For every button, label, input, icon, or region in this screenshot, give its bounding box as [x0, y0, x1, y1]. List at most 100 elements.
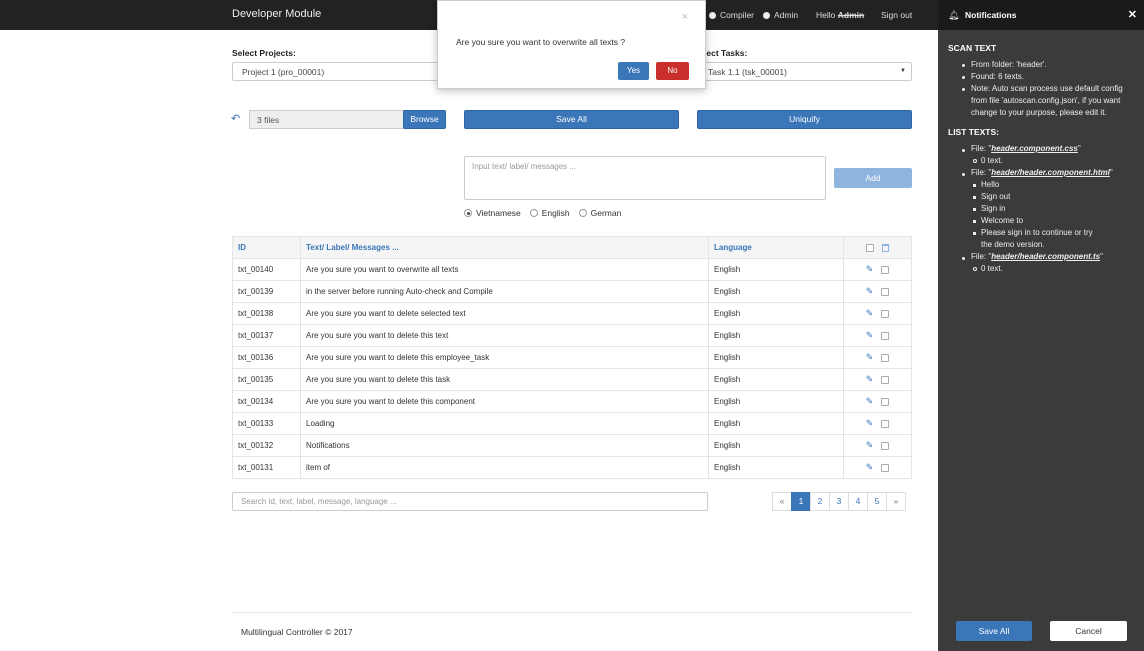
add-button[interactable]: Add	[834, 168, 912, 188]
task-select[interactable]: Task 1.1 (tsk_00001) ▼	[700, 62, 912, 81]
row-actions: ✎	[843, 456, 912, 479]
file-2-link[interactable]: header/header.component.html	[991, 168, 1110, 177]
bullet	[962, 76, 965, 79]
table-row[interactable]: txt_00135 Are you sure you want to delete…	[232, 368, 912, 391]
table-row[interactable]: txt_00132 Notifications English ✎	[232, 434, 912, 457]
vietnamese-radio[interactable]	[464, 209, 472, 217]
nav-admin[interactable]: Admin	[763, 10, 798, 20]
file-2-item: Please sign in to continue or try	[981, 228, 1093, 237]
close-icon[interactable]: ✕	[1128, 8, 1137, 21]
header-id[interactable]: ID	[232, 236, 301, 259]
texts-table: ID Text/ Label/ Messages ... Language tx…	[232, 236, 912, 479]
signout-link[interactable]: Sign out	[881, 10, 912, 20]
row-id: txt_00140	[232, 258, 301, 281]
table-row[interactable]: txt_00137 Are you sure you want to delete…	[232, 324, 912, 347]
german-radio[interactable]	[578, 209, 587, 217]
browse-button[interactable]: Browse	[403, 110, 446, 129]
list-texts-heading: LIST TEXTS:	[948, 127, 999, 137]
panel-title: Notifications	[965, 10, 1017, 20]
edit-icon[interactable]: ✎	[866, 462, 874, 473]
edit-icon[interactable]: ✎	[866, 286, 874, 297]
search-input[interactable]: Search id, text, label, message, languag…	[232, 492, 708, 511]
sub-bullet	[973, 232, 976, 235]
page-5[interactable]: 5	[867, 492, 887, 511]
header-text[interactable]: Text/ Label/ Messages ...	[300, 236, 709, 259]
file-2: File: "header/header.component.html"	[971, 168, 1113, 177]
header-language[interactable]: Language	[708, 236, 844, 259]
edit-icon[interactable]: ✎	[866, 352, 874, 363]
page-3[interactable]: 3	[829, 492, 849, 511]
row-text: in the server before running Auto-check …	[300, 280, 709, 303]
row-text: item of	[300, 456, 709, 479]
page-next[interactable]: »	[886, 492, 906, 511]
row-text: Are you sure you want to delete this tex…	[300, 324, 709, 347]
select-all-checkbox[interactable]	[866, 243, 874, 252]
row-checkbox[interactable]	[881, 265, 890, 274]
edit-icon[interactable]: ✎	[866, 418, 874, 429]
row-language: English	[708, 456, 844, 479]
save-all-button[interactable]: Save All	[464, 110, 679, 129]
file-2-item: Sign in	[981, 204, 1006, 213]
undo-icon[interactable]: ↶	[231, 112, 240, 125]
compiler-radio-icon	[709, 11, 716, 19]
trash-icon[interactable]	[882, 243, 889, 252]
scan-note-1: Note: Auto scan process use default conf…	[971, 84, 1123, 93]
brand-title[interactable]: Developer Module	[232, 8, 321, 20]
text-input[interactable]: Input text/ label/ messages ...	[464, 156, 826, 200]
page-1[interactable]: 1	[791, 492, 811, 511]
page-4[interactable]: 4	[848, 492, 868, 511]
row-checkbox[interactable]	[881, 419, 890, 428]
row-id: txt_00133	[232, 412, 301, 435]
username: Admin	[837, 10, 865, 20]
uniquify-button[interactable]: Uniquify	[697, 110, 912, 129]
no-button[interactable]: No	[656, 62, 689, 80]
row-checkbox[interactable]	[881, 375, 890, 384]
edit-icon[interactable]: ✎	[866, 396, 874, 407]
scan-folder: From folder: 'header'.	[971, 60, 1047, 69]
table-row[interactable]: txt_00134 Are you sure you want to delete…	[232, 390, 912, 413]
row-id: txt_00139	[232, 280, 301, 303]
close-icon[interactable]: ×	[682, 11, 688, 23]
table-row[interactable]: txt_00139 in the server before running Au…	[232, 280, 912, 303]
table-row[interactable]: txt_00138 Are you sure you want to delete…	[232, 302, 912, 325]
row-checkbox[interactable]	[881, 309, 890, 318]
row-checkbox[interactable]	[881, 331, 890, 340]
row-checkbox[interactable]	[881, 353, 890, 362]
bullet	[962, 64, 965, 67]
row-checkbox[interactable]	[881, 441, 890, 450]
row-language: English	[708, 412, 844, 435]
nav-compiler[interactable]: Compiler	[709, 10, 754, 20]
file-1-count: 0 text.	[981, 156, 1003, 165]
edit-icon[interactable]: ✎	[866, 440, 874, 451]
edit-icon[interactable]: ✎	[866, 264, 874, 275]
panel-save-all-button[interactable]: Save All	[956, 621, 1032, 641]
file-1-link[interactable]: header.component.css	[991, 144, 1078, 153]
bullet	[962, 257, 965, 260]
table-row[interactable]: txt_00131 item of English ✎	[232, 456, 912, 479]
table-row[interactable]: txt_00140 Are you sure you want to overwr…	[232, 258, 912, 281]
english-radio[interactable]	[529, 209, 538, 217]
row-checkbox[interactable]	[881, 397, 890, 406]
page-prev[interactable]: «	[772, 492, 792, 511]
edit-icon[interactable]: ✎	[866, 374, 874, 385]
select-projects-label: Select Projects:	[232, 48, 296, 58]
page-2[interactable]: 2	[810, 492, 830, 511]
row-language: English	[708, 280, 844, 303]
file-3-link[interactable]: header/header.component.ts	[991, 252, 1100, 261]
edit-icon[interactable]: ✎	[866, 308, 874, 319]
row-language: English	[708, 346, 844, 369]
table-row[interactable]: txt_00136 Are you sure you want to delete…	[232, 346, 912, 369]
edit-icon[interactable]: ✎	[866, 330, 874, 341]
sub-bullet	[973, 184, 976, 187]
row-id: txt_00134	[232, 390, 301, 413]
scan-found: Found: 6 texts.	[971, 72, 1024, 81]
panel-cancel-button[interactable]: Cancel	[1050, 621, 1127, 641]
dialog-message: Are you sure you want to overwrite all t…	[456, 37, 626, 47]
table-row[interactable]: txt_00133 Loading English ✎	[232, 412, 912, 435]
row-checkbox[interactable]	[881, 463, 890, 472]
yes-button[interactable]: Yes	[618, 62, 649, 80]
row-checkbox[interactable]	[881, 287, 890, 296]
project-select[interactable]: Project 1 (pro_00001)	[232, 62, 452, 81]
row-text: Loading	[300, 412, 709, 435]
admin-radio-icon	[763, 11, 770, 19]
